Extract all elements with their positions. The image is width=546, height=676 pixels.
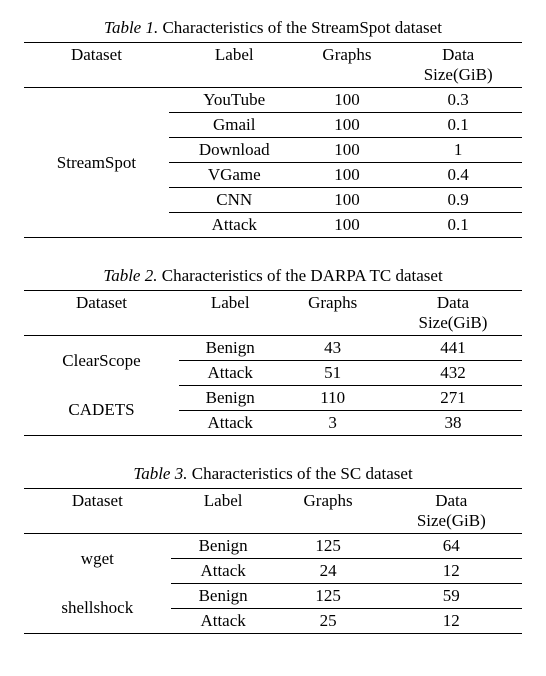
- cell-graphs: 3: [281, 411, 383, 436]
- table-3-block: Table 3. Characteristics of the SC datas…: [24, 464, 522, 634]
- table-3-header-size: DataSize(GiB): [381, 489, 522, 534]
- cell-size: 1: [394, 138, 522, 163]
- table-3-title: Characteristics of the SC dataset: [192, 464, 413, 483]
- table-3-header-graphs: Graphs: [276, 489, 381, 534]
- cell-label: Attack: [171, 609, 276, 634]
- table-1-block: Table 1. Characteristics of the StreamSp…: [24, 18, 522, 238]
- cell-label: Attack: [179, 361, 281, 386]
- cell-label: CNN: [169, 188, 300, 213]
- cell-graphs: 110: [281, 386, 383, 411]
- cell-size: 432: [384, 361, 522, 386]
- cell-graphs: 100: [300, 163, 395, 188]
- cell-label: Benign: [179, 336, 281, 361]
- table-row: StreamSpot YouTube 100 0.3: [24, 88, 522, 113]
- cell-label: VGame: [169, 163, 300, 188]
- cell-graphs: 100: [300, 138, 395, 163]
- cell-label: Attack: [179, 411, 281, 436]
- cell-graphs: 100: [300, 213, 395, 238]
- table-2: Dataset Label Graphs DataSize(GiB) Clear…: [24, 290, 522, 436]
- cell-label: Download: [169, 138, 300, 163]
- table-3-dataset-1: wget: [24, 534, 171, 584]
- table-2-header-label: Label: [179, 291, 281, 336]
- cell-label: Benign: [171, 584, 276, 609]
- cell-label: Benign: [171, 534, 276, 559]
- cell-size: 59: [381, 584, 522, 609]
- cell-label: Gmail: [169, 113, 300, 138]
- cell-size: 0.4: [394, 163, 522, 188]
- cell-graphs: 51: [281, 361, 383, 386]
- cell-graphs: 24: [276, 559, 381, 584]
- cell-graphs: 100: [300, 113, 395, 138]
- cell-graphs: 43: [281, 336, 383, 361]
- table-1-dataset: StreamSpot: [24, 88, 169, 238]
- table-1-header-dataset: Dataset: [24, 43, 169, 88]
- table-3: Dataset Label Graphs DataSize(GiB) wget …: [24, 488, 522, 634]
- cell-graphs: 100: [300, 188, 395, 213]
- table-1-header-label: Label: [169, 43, 300, 88]
- table-3-header-dataset: Dataset: [24, 489, 171, 534]
- cell-size: 441: [384, 336, 522, 361]
- table-2-block: Table 2. Characteristics of the DARPA TC…: [24, 266, 522, 436]
- cell-size: 0.1: [394, 213, 522, 238]
- cell-size: 0.3: [394, 88, 522, 113]
- table-2-title: Characteristics of the DARPA TC dataset: [162, 266, 443, 285]
- cell-label: Attack: [171, 559, 276, 584]
- cell-graphs: 125: [276, 584, 381, 609]
- table-row: wget Benign 125 64: [24, 534, 522, 559]
- cell-graphs: 100: [300, 88, 395, 113]
- cell-label: Benign: [179, 386, 281, 411]
- table-1-caption: Table 1. Characteristics of the StreamSp…: [24, 18, 522, 38]
- table-1-title: Characteristics of the StreamSpot datase…: [162, 18, 441, 37]
- cell-label: Attack: [169, 213, 300, 238]
- table-1: Dataset Label Graphs DataSize(GiB) Strea…: [24, 42, 522, 238]
- cell-size: 64: [381, 534, 522, 559]
- table-row: ClearScope Benign 43 441: [24, 336, 522, 361]
- cell-size: 0.9: [394, 188, 522, 213]
- table-2-header-size: DataSize(GiB): [384, 291, 522, 336]
- cell-size: 0.1: [394, 113, 522, 138]
- table-2-dataset-1: ClearScope: [24, 336, 179, 386]
- table-2-dataset-2: CADETS: [24, 386, 179, 436]
- table-3-number: Table 3.: [133, 464, 187, 483]
- table-2-caption: Table 2. Characteristics of the DARPA TC…: [24, 266, 522, 286]
- table-1-header-size: DataSize(GiB): [394, 43, 522, 88]
- table-1-header-graphs: Graphs: [300, 43, 395, 88]
- table-2-header-dataset: Dataset: [24, 291, 179, 336]
- cell-size: 12: [381, 559, 522, 584]
- cell-label: YouTube: [169, 88, 300, 113]
- cell-size: 271: [384, 386, 522, 411]
- table-row: CADETS Benign 110 271: [24, 386, 522, 411]
- table-3-header-label: Label: [171, 489, 276, 534]
- table-row: shellshock Benign 125 59: [24, 584, 522, 609]
- cell-graphs: 125: [276, 534, 381, 559]
- table-2-header-graphs: Graphs: [281, 291, 383, 336]
- table-3-caption: Table 3. Characteristics of the SC datas…: [24, 464, 522, 484]
- cell-graphs: 25: [276, 609, 381, 634]
- cell-size: 38: [384, 411, 522, 436]
- table-2-number: Table 2.: [103, 266, 157, 285]
- table-1-number: Table 1.: [104, 18, 158, 37]
- cell-size: 12: [381, 609, 522, 634]
- table-3-dataset-2: shellshock: [24, 584, 171, 634]
